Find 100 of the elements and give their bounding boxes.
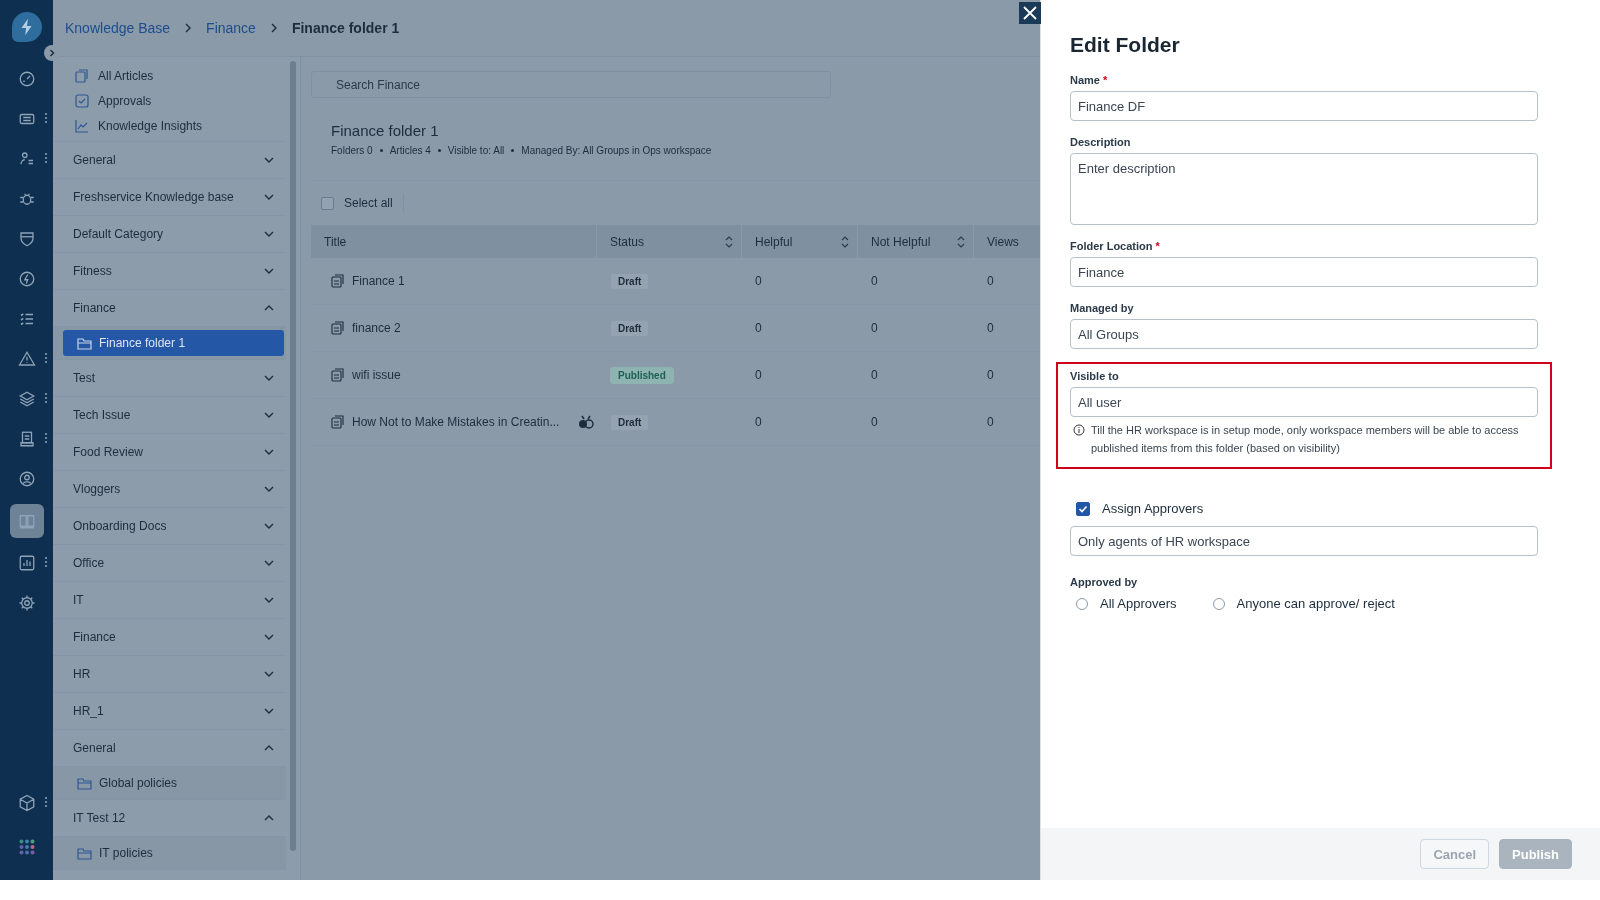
check-icon	[1078, 503, 1088, 514]
chevron-down-icon	[264, 448, 274, 456]
category-item[interactable]: IT	[53, 582, 286, 619]
separator-dot	[511, 149, 515, 152]
approvers-field[interactable]: Only agents of HR workspace	[1070, 526, 1538, 556]
folder-icon	[77, 846, 92, 860]
chevron-down-icon	[264, 193, 274, 201]
search-field[interactable]: Search Finance	[311, 71, 831, 98]
table-cell: 0	[755, 321, 762, 335]
folder-meta: Managed By: All Groups in Ops workspace	[521, 145, 712, 156]
checkbox-label: Assign Approvers	[1102, 501, 1204, 516]
table-cell: 0	[871, 321, 878, 335]
input-field[interactable]: Finance	[1070, 257, 1538, 287]
folder-title: Finance folder 1	[331, 122, 440, 139]
chevron-down-icon	[264, 485, 274, 493]
breadcrumb-link[interactable]: Finance	[206, 20, 256, 36]
chevron-right-icon	[48, 49, 56, 57]
category-item[interactable]: Office	[53, 545, 286, 582]
line-chart-icon	[75, 119, 89, 133]
chevron-down-icon	[264, 522, 274, 530]
chevron-down-icon	[264, 267, 274, 275]
category-item[interactable]: HR	[53, 656, 286, 693]
expand-button[interactable]	[44, 45, 60, 61]
category-item[interactable]: General	[53, 142, 286, 179]
sidebar-link[interactable]: All Articles	[98, 69, 154, 83]
chevron-down-icon	[264, 633, 274, 641]
input-field[interactable]: All Groups	[1070, 319, 1538, 349]
sort-icon[interactable]	[725, 234, 733, 249]
chevron-down-icon	[264, 559, 274, 567]
article-icon	[331, 415, 345, 429]
approval-checkbox-icon	[75, 94, 89, 108]
column-header[interactable]: Status	[610, 234, 645, 249]
article-icon	[331, 368, 345, 382]
category-item[interactable]: Vloggers	[53, 471, 286, 508]
category-item[interactable]: Onboarding Docs	[53, 508, 286, 545]
category-item[interactable]: Finance	[53, 619, 286, 656]
radio-label: Anyone can approve/ reject	[1236, 596, 1395, 611]
article-icon	[331, 274, 345, 288]
field-label: Visible to	[1070, 370, 1120, 382]
chevron-down-icon	[264, 374, 274, 382]
logo-icon[interactable]	[11, 12, 42, 42]
select-all-checkbox[interactable]	[321, 196, 334, 210]
column-header[interactable]: Not Helpful	[871, 234, 931, 249]
article-title[interactable]: finance 2	[352, 321, 401, 335]
folder-item[interactable]: Finance folder 1	[63, 330, 284, 356]
category-item[interactable]: Test	[53, 360, 286, 397]
separator-dot	[379, 149, 383, 152]
folder-meta: Folders 0	[331, 145, 373, 156]
table-cell: 0	[871, 368, 878, 382]
status-tag: Draft	[610, 319, 650, 337]
category-item[interactable]: Freshservice Knowledge base	[53, 179, 286, 216]
article-title[interactable]: wifi issue	[352, 368, 401, 382]
sidebar-link[interactable]: Knowledge Insights	[98, 119, 203, 133]
status-tag: Draft	[610, 272, 650, 290]
column-header[interactable]: Helpful	[755, 234, 793, 249]
chevron-down-icon	[264, 670, 274, 678]
category-item[interactable]: Food Review	[53, 434, 286, 471]
article-title[interactable]: Finance 1	[352, 274, 405, 288]
article-title[interactable]: How Not to Make Mistakes in Creatin...	[352, 415, 560, 429]
article-icon	[331, 321, 345, 335]
scrollbar-thumb[interactable]	[290, 61, 296, 851]
table-cell: 0	[987, 415, 994, 429]
book-icon[interactable]	[9, 504, 44, 538]
input-field[interactable]: Finance DF	[1070, 91, 1538, 121]
sidebar-link[interactable]: Approvals	[98, 94, 152, 108]
radio-label: All Approvers	[1100, 596, 1177, 611]
sort-icon[interactable]	[841, 234, 849, 249]
articles-icon	[75, 69, 89, 83]
column-header[interactable]: Title	[324, 234, 347, 249]
input-field[interactable]: All user	[1070, 387, 1538, 417]
category-item[interactable]: Default Category	[53, 216, 286, 253]
breadcrumb-link[interactable]: Knowledge Base	[65, 20, 171, 36]
category-item[interactable]: HR_1	[53, 693, 286, 730]
chevron-right-icon	[269, 23, 278, 33]
folder-icon	[77, 336, 92, 350]
field-label: Managed by	[1070, 302, 1135, 314]
table-cell: 0	[987, 368, 994, 382]
column-header[interactable]: Views	[987, 234, 1019, 249]
table-cell: 0	[987, 321, 994, 335]
info-note: Till the HR workspace is in setup mode, only workspace members will be able to access published items from this folder (based on visibility)	[1091, 423, 1520, 456]
field-label: Folder Location *	[1070, 240, 1161, 252]
chevron-right-icon	[184, 23, 193, 33]
breadcrumb-current: Finance folder 1	[291, 20, 400, 36]
sort-icon[interactable]	[957, 234, 965, 249]
table-cell: 0	[871, 415, 878, 429]
chevron-down-icon	[264, 596, 274, 604]
chevron-up-icon	[264, 304, 274, 312]
folder-meta: Articles 4	[389, 145, 431, 156]
select-all-label: Select all	[344, 196, 393, 210]
close-button[interactable]	[1019, 2, 1041, 24]
description-field[interactable]: Enter description	[1070, 153, 1538, 225]
category-item[interactable]: Fitness	[53, 253, 286, 290]
status-tag: Draft	[610, 413, 650, 431]
table-cell: 0	[755, 415, 762, 429]
status-tag: Published	[610, 366, 674, 384]
chevron-up-icon	[264, 744, 274, 752]
category-item[interactable]: Tech Issue	[53, 397, 286, 434]
panel-title: Edit Folder	[1070, 33, 1181, 57]
assign-approvers-checkbox[interactable]	[1076, 501, 1090, 516]
chevron-up-icon	[264, 814, 274, 822]
